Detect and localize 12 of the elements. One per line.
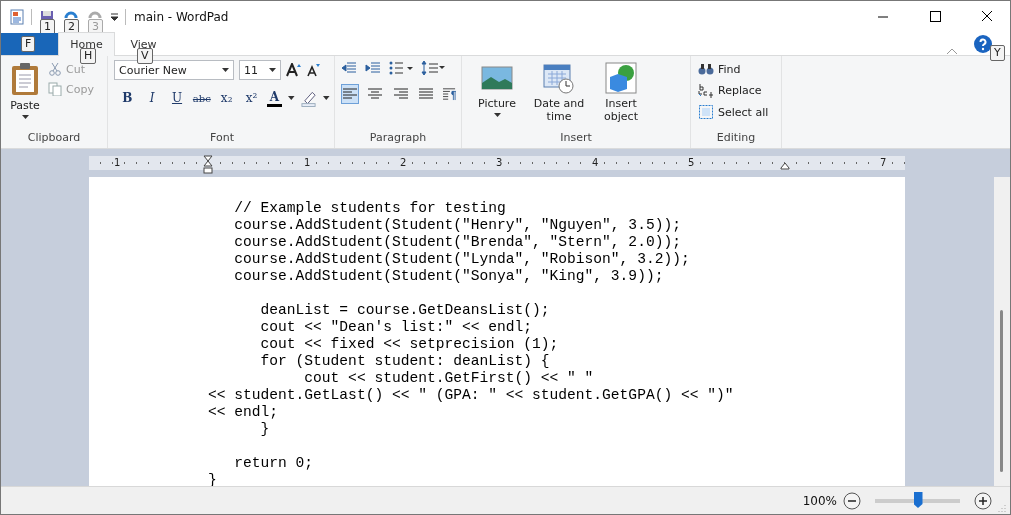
group-label: Insert	[559, 131, 593, 146]
zoom-level: 100%	[802, 493, 837, 508]
window-title: main - WordPad	[133, 9, 229, 24]
keytip-tooltip: V	[137, 48, 153, 64]
group-label: Font	[209, 131, 235, 146]
keytip-tooltip: F	[21, 36, 36, 52]
group-label: Paragraph	[368, 131, 428, 146]
group-label: Clipboard	[26, 131, 82, 146]
keytip-tooltip: 1	[40, 18, 55, 35]
keytip-tooltip: Y	[990, 45, 1005, 61]
keytip-tooltip: H	[80, 48, 97, 64]
group-label: Editing	[715, 131, 757, 146]
